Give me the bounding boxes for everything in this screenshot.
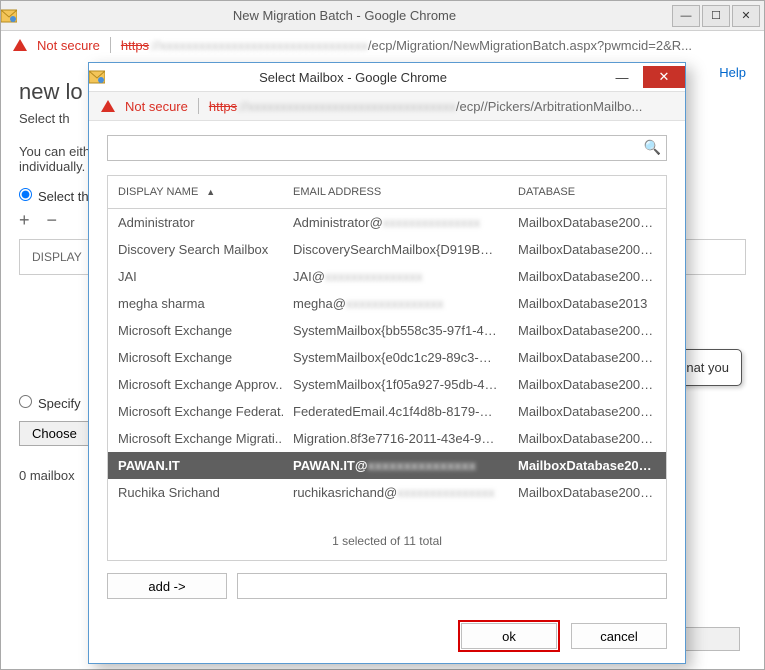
table-row[interactable]: Microsoft ExchangeSystemMailbox{bb558c35… xyxy=(108,317,666,344)
radio-specify-input[interactable] xyxy=(19,395,32,408)
cell-display-name: PAWAN.IT xyxy=(108,456,283,475)
cell-display-name: Microsoft Exchange Migrati... xyxy=(108,429,283,448)
background-window-title: New Migration Batch - Google Chrome xyxy=(17,8,672,23)
divider xyxy=(110,37,111,53)
ok-button[interactable]: ok xyxy=(461,623,557,649)
cell-database: MailboxDatabase20021761... xyxy=(508,375,666,394)
cell-display-name: Administrator xyxy=(108,213,283,232)
background-addressbar: Not secure https://xxxxxxxxxxxxxxxxxxxxx… xyxy=(1,31,764,59)
warning-icon xyxy=(13,39,27,51)
maximize-button[interactable]: ☐ xyxy=(702,5,730,27)
search-icon[interactable]: 🔍 xyxy=(644,139,661,156)
minimize-button[interactable]: — xyxy=(672,5,700,27)
dialog-addressbar: Not secure https://xxxxxxxxxxxxxxxxxxxxx… xyxy=(89,91,685,121)
column-database[interactable]: DATABASE xyxy=(508,176,666,208)
cell-email: SystemMailbox{e0dc1c29-89c3-4034-... xyxy=(283,348,508,367)
table-row[interactable]: megha sharmamegha@xxxxxxxxxxxxxxxMailbox… xyxy=(108,290,666,317)
app-icon xyxy=(1,8,17,24)
table-row[interactable]: Microsoft Exchange Federat...FederatedEm… xyxy=(108,398,666,425)
cell-email: ruchikasrichand@xxxxxxxxxxxxxxx xyxy=(283,483,508,502)
dialog-titlebar: Select Mailbox - Google Chrome — ✕ xyxy=(89,63,685,91)
cell-database: MailboxDatabase20021761... xyxy=(508,348,666,367)
table-row[interactable]: JAIJAI@xxxxxxxxxxxxxxxMailboxDatabase200… xyxy=(108,263,666,290)
cell-email: Migration.8f3e7716-2011-43e4-96b1-... xyxy=(283,429,508,448)
dialog-window-title: Select Mailbox - Google Chrome xyxy=(105,70,601,85)
radio-select-users-input[interactable] xyxy=(19,188,32,201)
divider xyxy=(198,98,199,114)
help-link[interactable]: Help xyxy=(719,65,746,80)
cell-display-name: Microsoft Exchange xyxy=(108,321,283,340)
cell-email: PAWAN.IT@xxxxxxxxxxxxxxx xyxy=(283,456,508,475)
table-header: DISPLAY NAME▲ EMAIL ADDRESS DATABASE xyxy=(108,176,666,209)
add-button[interactable]: add -> xyxy=(107,573,227,599)
not-secure-label: Not secure xyxy=(37,38,100,53)
cell-display-name: Microsoft Exchange Federat... xyxy=(108,402,283,421)
table-row[interactable]: Microsoft ExchangeSystemMailbox{e0dc1c29… xyxy=(108,344,666,371)
background-titlebar: New Migration Batch - Google Chrome — ☐ … xyxy=(1,1,764,31)
cell-database: MailboxDatabase20021761... xyxy=(508,402,666,421)
cell-email: DiscoverySearchMailbox{D919BA05-4... xyxy=(283,240,508,259)
cell-email: Administrator@xxxxxxxxxxxxxxx xyxy=(283,213,508,232)
cell-display-name: Microsoft Exchange xyxy=(108,348,283,367)
column-email[interactable]: EMAIL ADDRESS xyxy=(283,176,508,208)
cell-database: MailboxDatabase20021761... xyxy=(508,267,666,286)
cell-email: SystemMailbox{1f05a927-95db-422f-b... xyxy=(283,375,508,394)
table-row[interactable]: Microsoft Exchange Migrati...Migration.8… xyxy=(108,425,666,452)
cell-database: MailboxDatabase20021761... xyxy=(508,213,666,232)
cell-database: MailboxDatabase20021761... xyxy=(508,456,666,475)
cell-database: MailboxDatabase20021761... xyxy=(508,429,666,448)
warning-icon xyxy=(101,100,115,112)
selection-status: 1 selected of 11 total xyxy=(108,518,666,560)
cell-database: MailboxDatabase20021761... xyxy=(508,321,666,340)
cell-display-name: Microsoft Exchange Approv.. xyxy=(108,375,283,394)
not-secure-label: Not secure xyxy=(125,99,188,114)
cancel-button[interactable]: cancel xyxy=(571,623,667,649)
cell-database: MailboxDatabase20021761... xyxy=(508,240,666,259)
sort-asc-icon: ▲ xyxy=(206,187,215,197)
mailbox-table: DISPLAY NAME▲ EMAIL ADDRESS DATABASE Adm… xyxy=(107,175,667,561)
cell-email: JAI@xxxxxxxxxxxxxxx xyxy=(283,267,508,286)
column-display-name[interactable]: DISPLAY NAME▲ xyxy=(108,176,283,208)
choose-file-button[interactable]: Choose xyxy=(19,421,90,446)
cell-database: MailboxDatabase2013 xyxy=(508,294,666,313)
app-icon xyxy=(89,69,105,85)
cell-display-name: Discovery Search Mailbox xyxy=(108,240,283,259)
cell-display-name: JAI xyxy=(108,267,283,286)
dialog-minimize-button[interactable]: — xyxy=(601,66,643,88)
cell-database: MailboxDatabase20021761... xyxy=(508,483,666,502)
table-row[interactable]: Ruchika Srichandruchikasrichand@xxxxxxxx… xyxy=(108,479,666,506)
cell-display-name: Ruchika Srichand xyxy=(108,483,283,502)
cell-email: SystemMailbox{bb558c35-97f1-4cb9-... xyxy=(283,321,508,340)
dialog-url: https://xxxxxxxxxxxxxxxxxxxxxxxxxxxxxxxx… xyxy=(209,99,642,114)
table-row[interactable]: Microsoft Exchange Approv..SystemMailbox… xyxy=(108,371,666,398)
cell-email: megha@xxxxxxxxxxxxxxx xyxy=(283,294,508,313)
close-button[interactable]: ✕ xyxy=(732,5,760,27)
add-target-input[interactable] xyxy=(237,573,667,599)
search-input[interactable] xyxy=(107,135,667,161)
dialog-close-button[interactable]: ✕ xyxy=(643,66,685,88)
cell-email: FederatedEmail.4c1f4d8b-8179-4148-... xyxy=(283,402,508,421)
table-row[interactable]: Discovery Search MailboxDiscoverySearchM… xyxy=(108,236,666,263)
table-row[interactable]: PAWAN.ITPAWAN.IT@xxxxxxxxxxxxxxxMailboxD… xyxy=(108,452,666,479)
select-mailbox-dialog: Select Mailbox - Google Chrome — ✕ Not s… xyxy=(88,62,686,664)
table-row[interactable]: AdministratorAdministrator@xxxxxxxxxxxxx… xyxy=(108,209,666,236)
background-url: https://xxxxxxxxxxxxxxxxxxxxxxxxxxxxxxxx… xyxy=(121,38,692,53)
cell-display-name: megha sharma xyxy=(108,294,283,313)
